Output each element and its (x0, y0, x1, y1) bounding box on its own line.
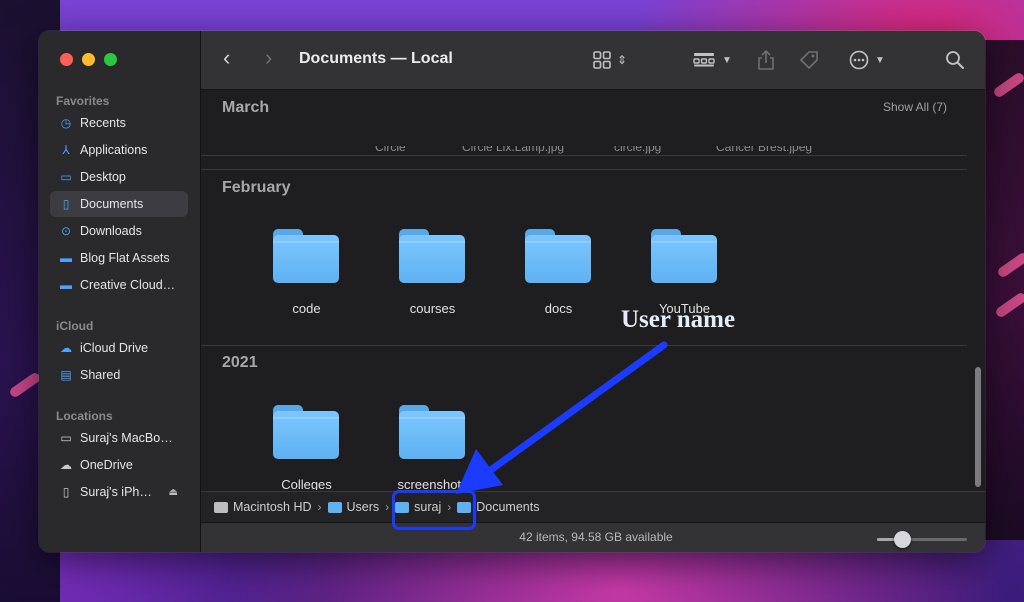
annotation-arrow-icon (456, 341, 668, 494)
